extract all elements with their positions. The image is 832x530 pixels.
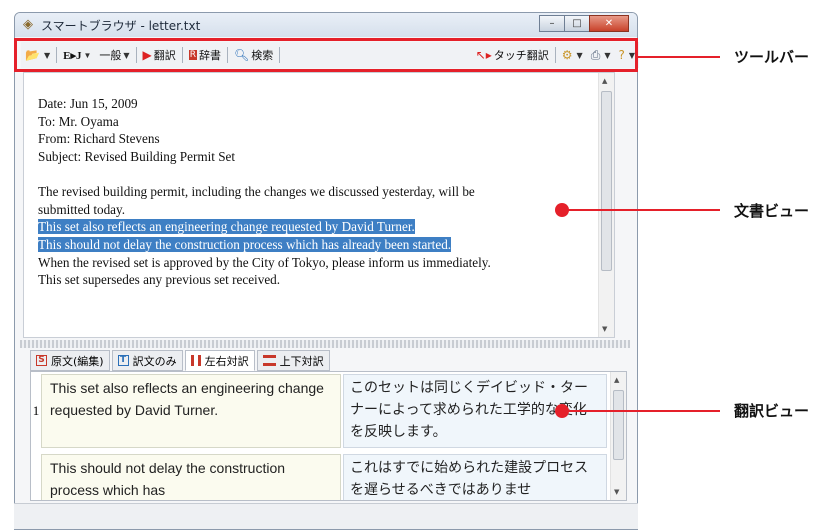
translate-label: 翻訳: [153, 49, 176, 62]
toolbar-separator: [227, 47, 229, 63]
row-number: 1: [32, 403, 40, 418]
doc-line: From: Richard Stevens: [38, 131, 160, 147]
app-icon: ◈: [23, 17, 33, 32]
tab-source-edit[interactable]: S 原文(編集): [30, 350, 110, 371]
source-sentence[interactable]: This should not delay the construction p…: [41, 454, 341, 500]
tab-side-by-side[interactable]: 左右対訳: [184, 350, 255, 371]
tools-dropdown[interactable]: ⚙ ▼: [558, 44, 587, 66]
play-icon: ▶: [142, 48, 152, 62]
doc-line: submitted today.: [38, 201, 126, 217]
touch-icon: ↖▸: [475, 48, 492, 62]
doc-line: This set supersedes any previous set rec…: [38, 272, 281, 288]
top-bottom-icon: [262, 355, 276, 366]
source-icon: S: [36, 355, 47, 366]
dictionary-icon: R: [188, 50, 198, 60]
search-icon: 🔍︎: [234, 48, 250, 62]
selected-text: This should not delay the construction p…: [38, 236, 452, 252]
tab-translation-only[interactable]: T 訳文のみ: [111, 350, 183, 371]
maximize-button[interactable]: □: [564, 15, 590, 32]
title-bar: ◈ スマートブラウザ - letter.txt – □ ✕: [15, 13, 637, 37]
minimize-button[interactable]: –: [539, 15, 565, 32]
scroll-up-icon[interactable]: ▲: [602, 77, 607, 85]
chevron-down-icon: ▼: [83, 50, 92, 60]
doc-line-selected: This set also reflects an engineering ch…: [38, 218, 598, 236]
toolbar-separator: [181, 47, 183, 63]
status-bar: [14, 503, 638, 529]
scroll-thumb[interactable]: [613, 390, 624, 460]
close-button[interactable]: ✕: [589, 15, 629, 32]
touch-translate-label: タッチ翻訳: [493, 49, 549, 62]
printer-icon: ⎙: [590, 47, 601, 62]
tab-label: 左右対訳: [204, 354, 249, 368]
tab-label: 上下対訳: [279, 354, 324, 368]
language-direction-dropdown[interactable]: E▸J ▼: [59, 44, 95, 66]
scroll-down-icon[interactable]: ▼: [614, 488, 619, 496]
side-by-side-icon: [190, 355, 201, 366]
search-button[interactable]: 🔍︎ 検索: [230, 44, 277, 66]
translation-row[interactable]: 2 This should not delay the construction…: [31, 454, 611, 500]
chevron-down-icon: ▼: [628, 50, 635, 60]
transview-callout-label: 翻訳ビュー: [734, 402, 810, 420]
doc-line-selected: This should not delay the construction p…: [38, 236, 598, 254]
toolbar: 📂 ▼ E▸J ▼ 一般 ▼ ▶ 翻訳 R 辞書 🔍︎ 検索 ↖▸ タッチ翻訳 ⚙ ▼ ⎙ ▼ ?…: [21, 42, 639, 68]
transview-callout-line: [562, 410, 720, 412]
toolbar-separator: [135, 47, 137, 63]
print-dropdown[interactable]: ⎙ ▼: [587, 44, 615, 66]
scroll-up-icon[interactable]: ▲: [614, 376, 619, 384]
window-title: スマートブラウザ - letter.txt: [41, 19, 201, 33]
dictionary-label: 辞書: [199, 49, 222, 62]
toolbar-separator: [56, 47, 58, 63]
field-dropdown[interactable]: 一般 ▼: [95, 44, 133, 66]
row-number: 2: [31, 454, 41, 500]
translation-icon: T: [117, 355, 129, 366]
chevron-down-icon: ▼: [123, 50, 130, 60]
search-label: 検索: [251, 49, 274, 62]
chevron-down-icon: ▼: [43, 50, 51, 60]
tab-top-bottom[interactable]: 上下対訳: [256, 350, 330, 371]
view-splitter[interactable]: [20, 340, 630, 348]
doc-line: Subject: Revised Building Permit Set: [38, 149, 236, 165]
document-text: Date: Jun 15, 2009 To: Mr. Oyama From: R…: [38, 95, 598, 289]
translation-scrollbar[interactable]: ▲ ▼: [610, 372, 626, 500]
dictionary-button[interactable]: R 辞書: [185, 44, 225, 66]
translation-view[interactable]: 1 This set also reflects an engineering …: [30, 371, 627, 501]
chevron-down-icon: ▼: [576, 50, 583, 60]
toolbar-callout-line: [638, 56, 720, 58]
field-label: 一般: [99, 49, 122, 62]
source-sentence[interactable]: This set also reflects an engineering ch…: [41, 374, 341, 448]
tab-label: 訳文のみ: [132, 354, 177, 368]
toolbar-callout-label: ツールバー: [734, 48, 810, 66]
language-direction-label: E▸J: [63, 49, 82, 62]
doc-line: When the revised set is approved by the …: [38, 254, 491, 270]
folder-icon: 📂: [25, 48, 40, 62]
document-scrollbar[interactable]: ▲ ▼: [598, 73, 614, 337]
view-tabs: S 原文(編集) T 訳文のみ 左右対訳 上下対訳: [30, 350, 332, 371]
window-controls: – □ ✕: [539, 15, 629, 33]
touch-translate-button[interactable]: ↖▸ タッチ翻訳: [472, 44, 553, 66]
tools-icon: ⚙: [561, 48, 573, 62]
scroll-down-icon[interactable]: ▼: [602, 325, 607, 333]
doc-line: To: Mr. Oyama: [38, 113, 119, 129]
chevron-down-icon: ▼: [604, 50, 611, 60]
translation-row[interactable]: 1 This set also reflects an engineering …: [31, 374, 611, 448]
translated-sentence[interactable]: これはすでに始められた建設プロセスを遅らせるべきではありませ: [343, 454, 607, 500]
docview-callout-line: [562, 209, 720, 211]
scroll-thumb[interactable]: [601, 91, 612, 271]
tab-label: 原文(編集): [51, 354, 104, 368]
doc-line: The revised building permit, including t…: [38, 183, 475, 199]
docview-callout-label: 文書ビュー: [734, 202, 810, 220]
toolbar-separator: [279, 47, 281, 63]
translate-button[interactable]: ▶ 翻訳: [139, 44, 180, 66]
help-dropdown[interactable]: ? ▼: [614, 44, 639, 66]
open-file-button[interactable]: 📂 ▼: [21, 44, 54, 66]
help-icon: ?: [618, 48, 625, 62]
document-view[interactable]: Date: Jun 15, 2009 To: Mr. Oyama From: R…: [23, 72, 615, 338]
toolbar-separator: [554, 47, 556, 63]
doc-line: Date: Jun 15, 2009: [38, 96, 138, 111]
selected-text: This set also reflects an engineering ch…: [38, 219, 415, 235]
